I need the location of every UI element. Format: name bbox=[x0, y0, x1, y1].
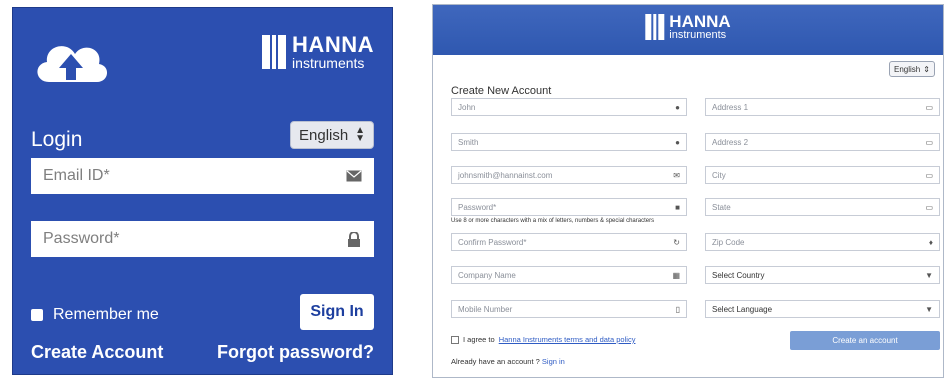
hanna-logo-mark bbox=[645, 14, 665, 40]
card-icon: ▭ bbox=[925, 137, 933, 147]
remember-me[interactable]: Remember me bbox=[31, 306, 159, 324]
remember-label: Remember me bbox=[53, 306, 159, 323]
email-field[interactable]: Email ID* bbox=[31, 158, 374, 194]
zip-code-placeholder: Zip Code bbox=[712, 237, 745, 247]
email-field[interactable]: johnsmith@hannainst.com ✉ bbox=[451, 166, 687, 184]
cloud-upload-icon bbox=[37, 46, 108, 82]
last-name-value: Smith bbox=[458, 137, 479, 147]
password-field[interactable]: Password* ■ bbox=[451, 198, 687, 216]
chevron-down-icon: ▼ bbox=[925, 270, 933, 280]
language-select-value: English bbox=[299, 126, 349, 144]
state-field[interactable]: State ▭ bbox=[705, 198, 940, 216]
city-field[interactable]: City ▭ bbox=[705, 166, 940, 184]
user-icon: ● bbox=[675, 102, 680, 112]
phone-icon: ▯ bbox=[675, 304, 680, 314]
chevron-down-icon: ▼ bbox=[925, 304, 933, 314]
logo-sub: instruments bbox=[292, 55, 365, 71]
forgot-password-link[interactable]: Forgot password? bbox=[217, 342, 374, 363]
terms-checkbox[interactable] bbox=[451, 335, 459, 344]
country-select-value: Select Country bbox=[712, 270, 765, 280]
email-placeholder: Email ID* bbox=[43, 167, 110, 184]
mobile-number-field[interactable]: Mobile Number ▯ bbox=[451, 300, 687, 318]
login-panel: HANNA instruments Login English ▲ ▼ Email… bbox=[12, 7, 393, 375]
create-account-link[interactable]: Create Account bbox=[31, 342, 163, 363]
first-name-field[interactable]: John ● bbox=[451, 98, 687, 116]
remember-checkbox[interactable] bbox=[31, 309, 43, 321]
user-icon: ● bbox=[675, 137, 680, 147]
lock-icon bbox=[346, 231, 362, 247]
address-2-field[interactable]: Address 2 ▭ bbox=[705, 133, 940, 151]
card-icon: ▭ bbox=[925, 170, 933, 180]
register-header: HANNA instruments bbox=[433, 5, 943, 55]
envelope-icon bbox=[346, 169, 362, 183]
register-title: Create New Account bbox=[451, 85, 552, 97]
hanna-logo: HANNA instruments bbox=[262, 34, 374, 70]
language-select-value: English bbox=[894, 64, 921, 74]
building-icon: ▦ bbox=[672, 270, 680, 280]
company-name-placeholder: Company Name bbox=[458, 270, 516, 280]
have-account-text: Already have an account ? bbox=[451, 357, 540, 366]
address-1-field[interactable]: Address 1 ▭ bbox=[705, 98, 940, 116]
language-select[interactable]: English ▲ ▼ bbox=[290, 121, 374, 149]
create-account-panel: HANNA instruments English ⇕ Create New A… bbox=[432, 4, 944, 378]
address-1-placeholder: Address 1 bbox=[712, 102, 749, 112]
email-icon: ✉ bbox=[673, 170, 680, 180]
select-arrows-icon: ▲ ▼ bbox=[355, 125, 365, 144]
logo-name: HANNA bbox=[669, 12, 731, 31]
first-name-value: John bbox=[458, 102, 476, 112]
select-arrows-icon: ⇕ bbox=[923, 64, 930, 74]
agree-prefix: I agree to bbox=[463, 335, 495, 344]
hanna-logo-mark bbox=[262, 35, 287, 69]
language-select-field[interactable]: Select Language ▼ bbox=[705, 300, 940, 318]
password-hint: Use 8 or more characters with a mix of l… bbox=[451, 218, 655, 224]
language-select-value: Select Language bbox=[712, 304, 773, 314]
card-icon: ▭ bbox=[925, 202, 933, 212]
create-account-button[interactable]: Create an account bbox=[790, 331, 940, 350]
password-field[interactable]: Password* bbox=[31, 221, 374, 257]
terms-agreement: I agree to Hanna Instruments terms and d… bbox=[451, 335, 635, 344]
company-name-field[interactable]: Company Name ▦ bbox=[451, 266, 687, 284]
lock-icon: ■ bbox=[675, 202, 680, 212]
hanna-logo: HANNA instruments bbox=[645, 12, 731, 41]
terms-link[interactable]: Hanna Instruments terms and data policy bbox=[499, 335, 636, 344]
city-placeholder: City bbox=[712, 170, 726, 180]
password-placeholder: Password* bbox=[458, 202, 497, 212]
address-2-placeholder: Address 2 bbox=[712, 137, 749, 147]
confirm-password-placeholder: Confirm Password* bbox=[458, 237, 527, 247]
language-select[interactable]: English ⇕ bbox=[889, 61, 935, 77]
confirm-password-field[interactable]: Confirm Password* ↻ bbox=[451, 233, 687, 251]
last-name-field[interactable]: Smith ● bbox=[451, 133, 687, 151]
state-placeholder: State bbox=[712, 202, 731, 212]
zip-code-field[interactable]: Zip Code ♦ bbox=[705, 233, 940, 251]
have-account: Already have an account ? Sign in bbox=[451, 357, 565, 366]
logo-sub: instruments bbox=[669, 29, 727, 41]
card-icon: ▭ bbox=[925, 102, 933, 112]
login-title: Login bbox=[31, 128, 83, 151]
mobile-number-placeholder: Mobile Number bbox=[458, 304, 513, 314]
refresh-icon: ↻ bbox=[673, 237, 680, 247]
sign-in-link[interactable]: Sign in bbox=[542, 357, 565, 366]
logo-name: HANNA bbox=[292, 32, 374, 57]
location-icon: ♦ bbox=[928, 237, 933, 247]
password-placeholder: Password* bbox=[43, 230, 120, 247]
email-value: johnsmith@hannainst.com bbox=[458, 170, 553, 180]
country-select[interactable]: Select Country ▼ bbox=[705, 266, 940, 284]
sign-in-button[interactable]: Sign In bbox=[300, 294, 374, 330]
